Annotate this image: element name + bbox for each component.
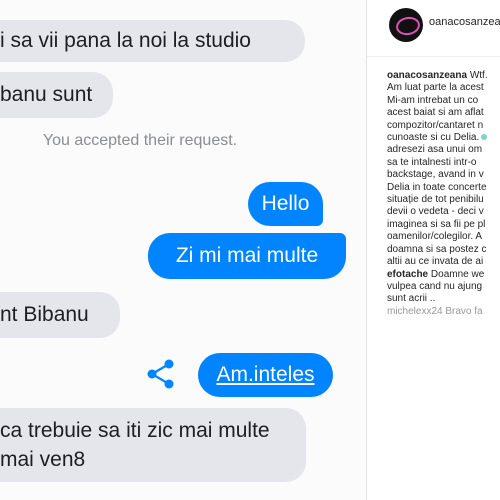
avatar[interactable] (389, 8, 423, 42)
caption-line: adresezi asa unui om (387, 144, 483, 156)
post-header: oanacosanzea (367, 0, 500, 57)
comment-text: Doamne we (430, 268, 485, 280)
caption-line: Am luat parte la acest (387, 82, 484, 94)
comment-text: Bravo fa (445, 305, 483, 317)
comment-username[interactable]: michelexx24 (387, 306, 443, 317)
caption-line: doamna si sa postez c (387, 243, 487, 255)
caption-line: devii o vedeta - deci v (387, 206, 484, 218)
comment-text: sunt acrii .. (387, 293, 436, 305)
caption-line: situație de tot penibilu (387, 194, 484, 206)
comment-username[interactable]: efotache (387, 269, 428, 280)
caption-username[interactable]: oanacosanzeana (387, 70, 467, 81)
caption-line: backstage, avand in v (387, 169, 484, 181)
caption-line: imaginea si sa fii pe pl (387, 218, 486, 230)
caption-line: Mi-am intrebat un co (387, 94, 479, 106)
incoming-message[interactable]: i sa vii pana la noi la studio (0, 20, 305, 62)
post-caption: oanacosanzeana Wtf. Am luat parte la ace… (387, 70, 500, 318)
incoming-message[interactable]: nt Bibanu (0, 292, 120, 338)
caption-line: cunoaste si cu Delia. (387, 132, 480, 144)
chat-panel: i sa vii pana la noi la studio banu sunt… (0, 0, 366, 500)
caption-first-word: Wtf. (469, 70, 488, 81)
comment-text: vulpea cand nu ajung (387, 280, 483, 292)
share-icon[interactable] (146, 358, 176, 390)
caption-line: acest baiat si am aflat (387, 107, 484, 119)
caption-line: compozitor/cantaret n (387, 119, 484, 131)
outgoing-message[interactable]: Hello (248, 182, 323, 226)
incoming-message[interactable]: banu sunt (0, 72, 113, 118)
message-link[interactable]: Am.inteles (216, 363, 314, 386)
incoming-message[interactable]: ca trebuie sa iti zic mai multe mai ven8 (0, 408, 306, 482)
outgoing-link-message[interactable]: Am.inteles (198, 353, 333, 397)
caption-line: oamenilor/colegilor. A (387, 231, 483, 243)
outgoing-message[interactable]: Zi mi mai multe (148, 233, 346, 279)
post-username[interactable]: oanacosanzea (429, 16, 500, 28)
caption-line: altii au ce invata de ai (387, 256, 484, 268)
system-notice: You accepted their request. (42, 132, 238, 149)
caption-line: Delia in toate concerte (387, 181, 487, 193)
instagram-post-panel: oanacosanzea oanacosanzeana Wtf. Am luat… (366, 0, 500, 500)
caption-line: sa te intalnesti intr-o (387, 156, 477, 168)
emoji-icon (481, 134, 488, 141)
